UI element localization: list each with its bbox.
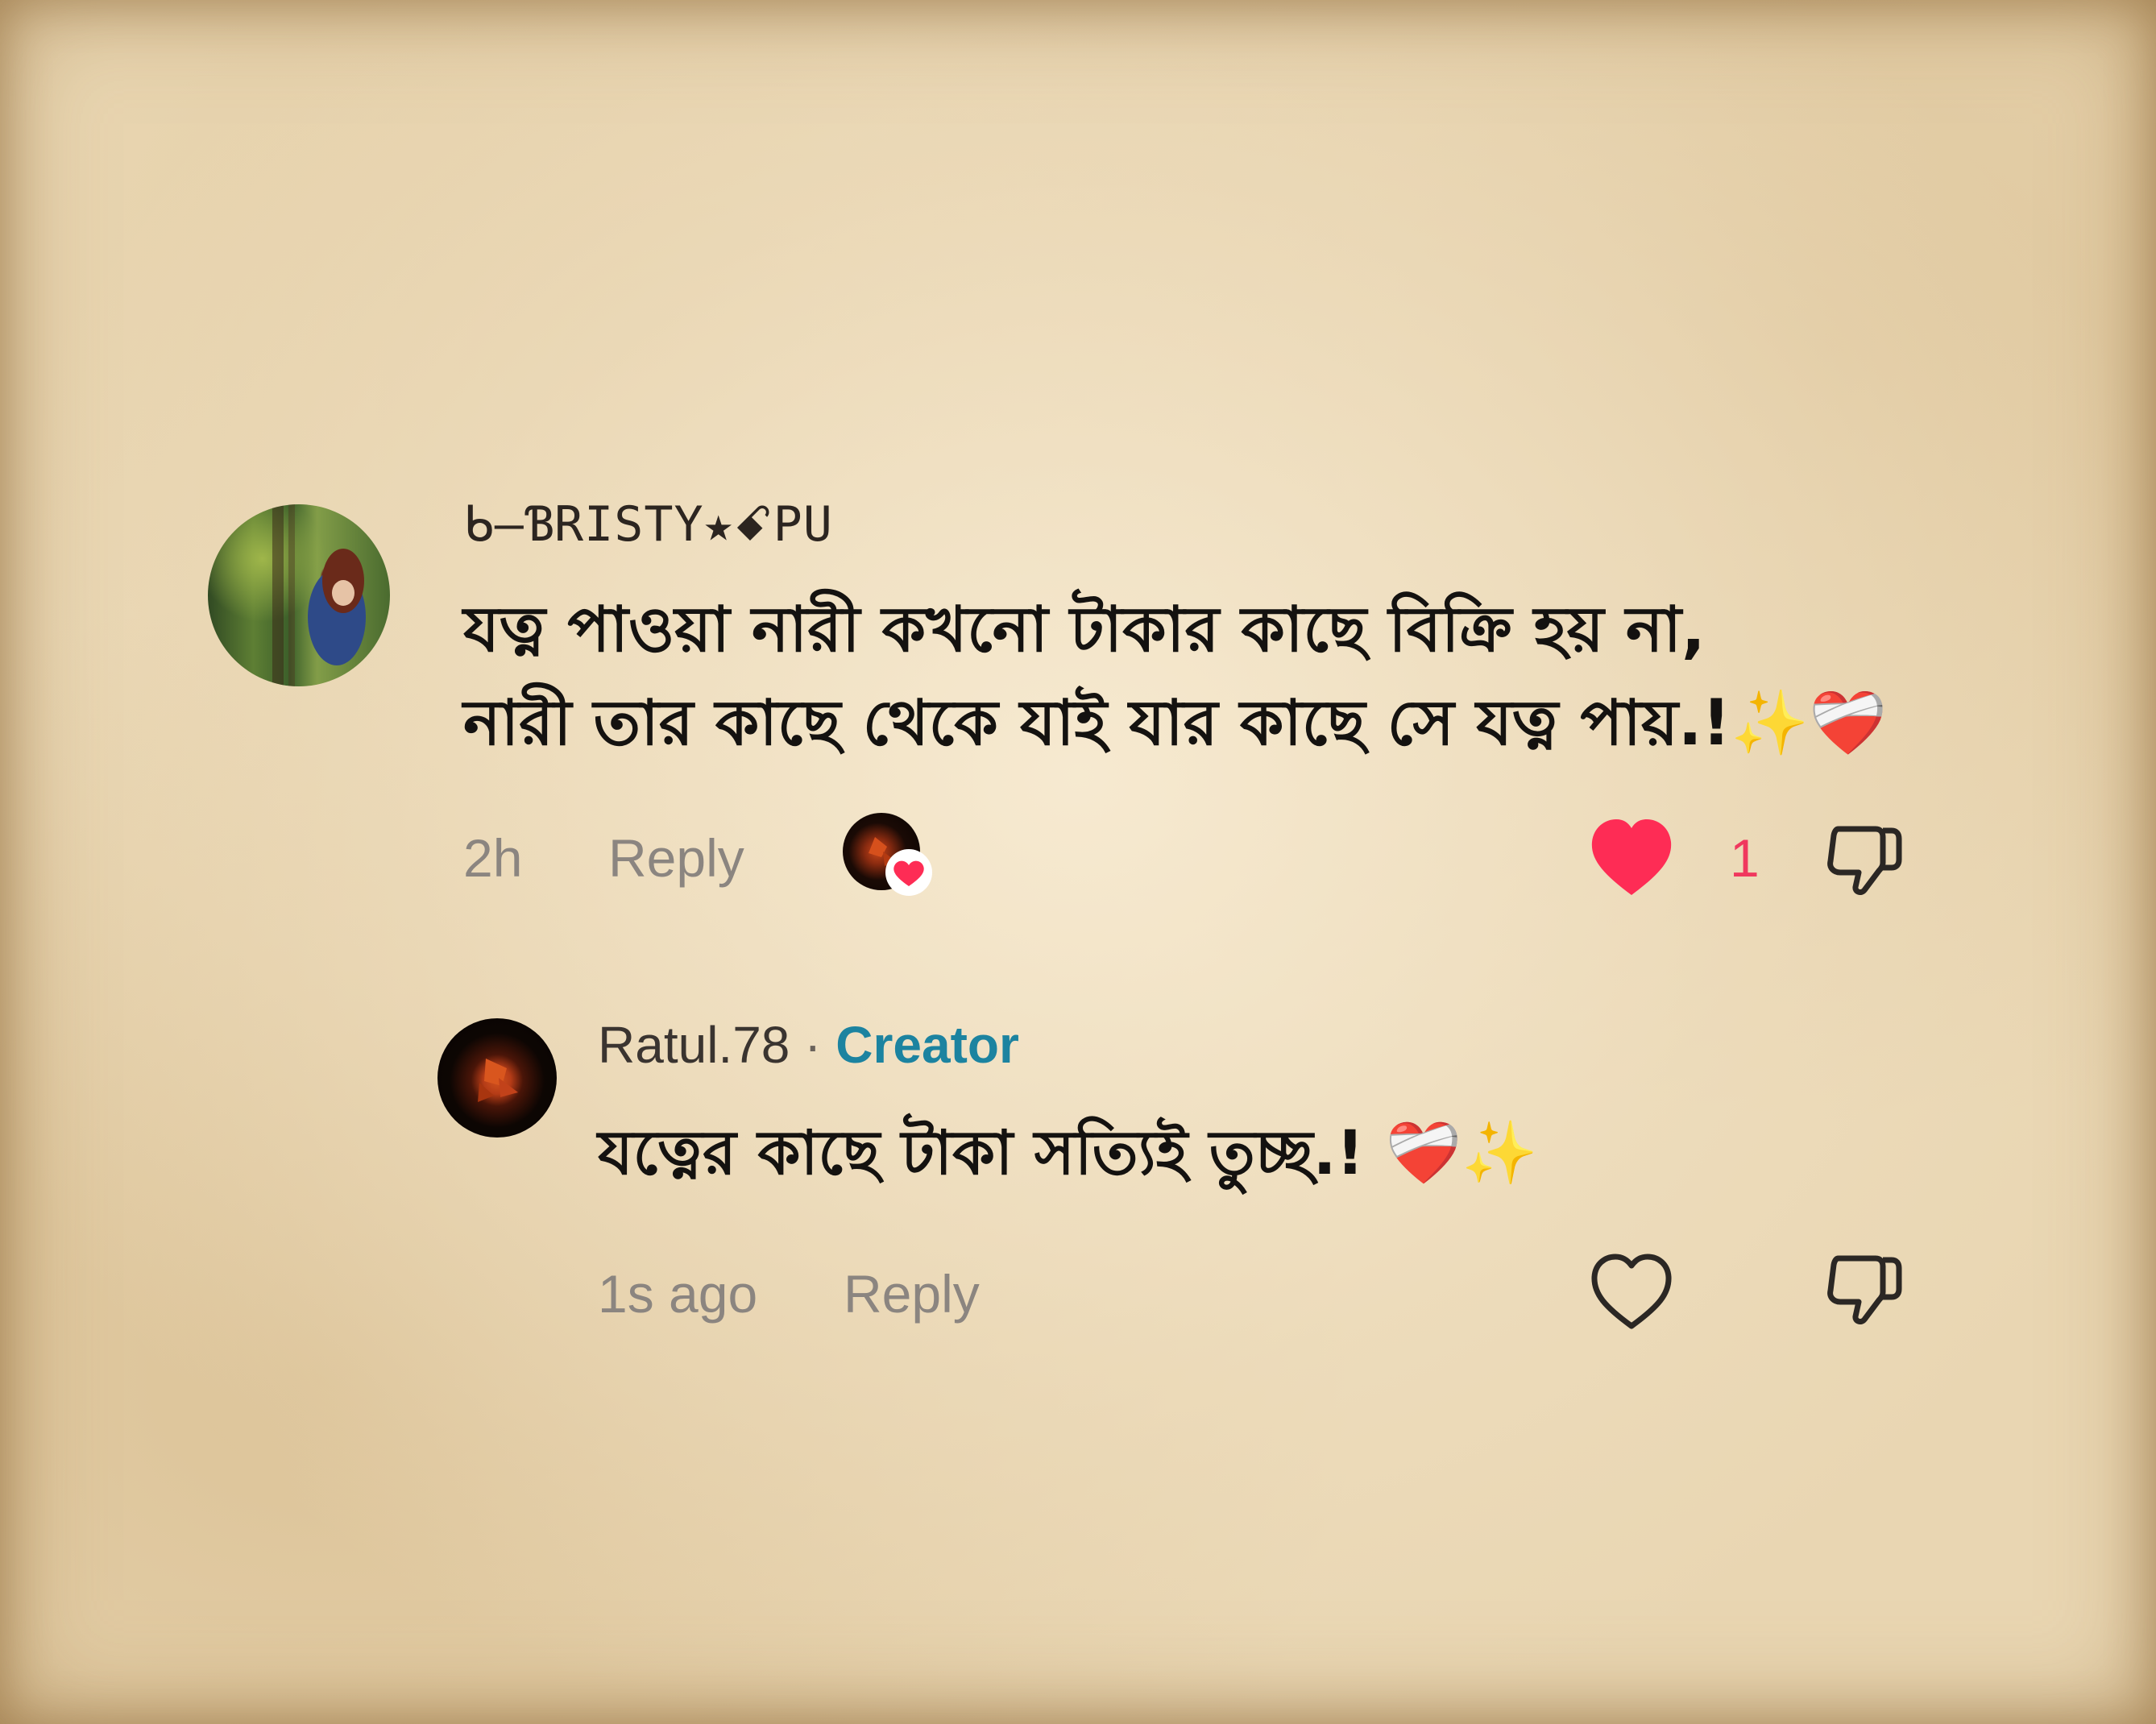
reply-button[interactable]: Reply (608, 826, 744, 890)
creator-heart-icon (885, 849, 932, 896)
separator-dot: · (790, 1016, 836, 1074)
thumbs-down-icon[interactable] (1822, 1247, 1906, 1331)
username-row: Ratul.78 · Creator (598, 1013, 1019, 1077)
heart-filled-icon[interactable] (1587, 816, 1676, 900)
avatar-photo (272, 504, 366, 686)
username[interactable]: ᑲ—ƁRISTY★ꗃPU (463, 488, 833, 561)
creator-badge: Creator (835, 1016, 1019, 1074)
comment-text-line-1: যত্ন পাওয়া নারী কখনো টাকার কাছে বিক্রি … (463, 594, 1706, 666)
reply-timestamp: 1s ago (598, 1264, 758, 1324)
username[interactable]: Ratul.78 (598, 1016, 790, 1074)
avatar-bristy[interactable] (208, 504, 390, 686)
like-count: 1 (1730, 828, 1760, 888)
thumbs-down-icon[interactable] (1822, 818, 1906, 901)
comment-timestamp: 2h (463, 828, 523, 888)
reply-text: যত্নের কাছে টাকা সত্যিই তুচ্ছ.! ❤️‍🩹✨ (598, 1117, 1538, 1188)
reply-button[interactable]: Reply (844, 1262, 980, 1326)
avatar-ratul[interactable] (437, 1018, 557, 1138)
avatar-photo (478, 1059, 518, 1102)
comment-text-line-2: নারী তার কাছে থেকে যাই যার কাছে সে যত্ন … (463, 687, 1888, 760)
heart-outline-icon[interactable] (1587, 1250, 1676, 1334)
